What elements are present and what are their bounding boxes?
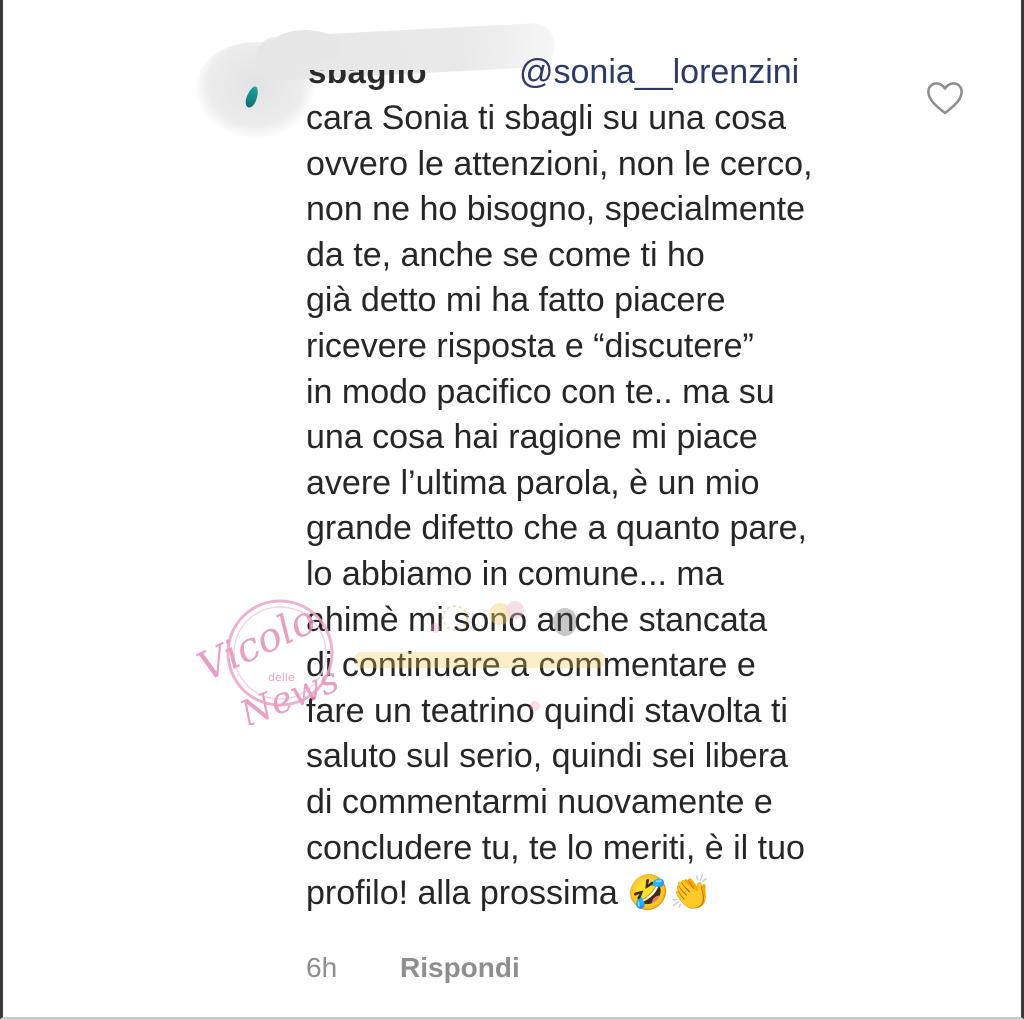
comment-body: cara Sonia ti sbagli su una cosa ovvero … <box>306 99 813 913</box>
mention-link[interactable]: @sonia__lorenzini <box>519 52 799 92</box>
heart-outline-icon[interactable] <box>926 80 964 116</box>
username-redaction-blob <box>270 30 340 64</box>
reply-button[interactable]: Rispondi <box>400 950 520 986</box>
svg-text:delle: delle <box>268 671 295 684</box>
comment-timestamp: 6h <box>306 952 338 983</box>
comment: sbaglio @sonia__lorenzini cara Sonia ti … <box>0 0 1024 1019</box>
svg-text:Vicolo: Vicolo <box>191 597 323 691</box>
